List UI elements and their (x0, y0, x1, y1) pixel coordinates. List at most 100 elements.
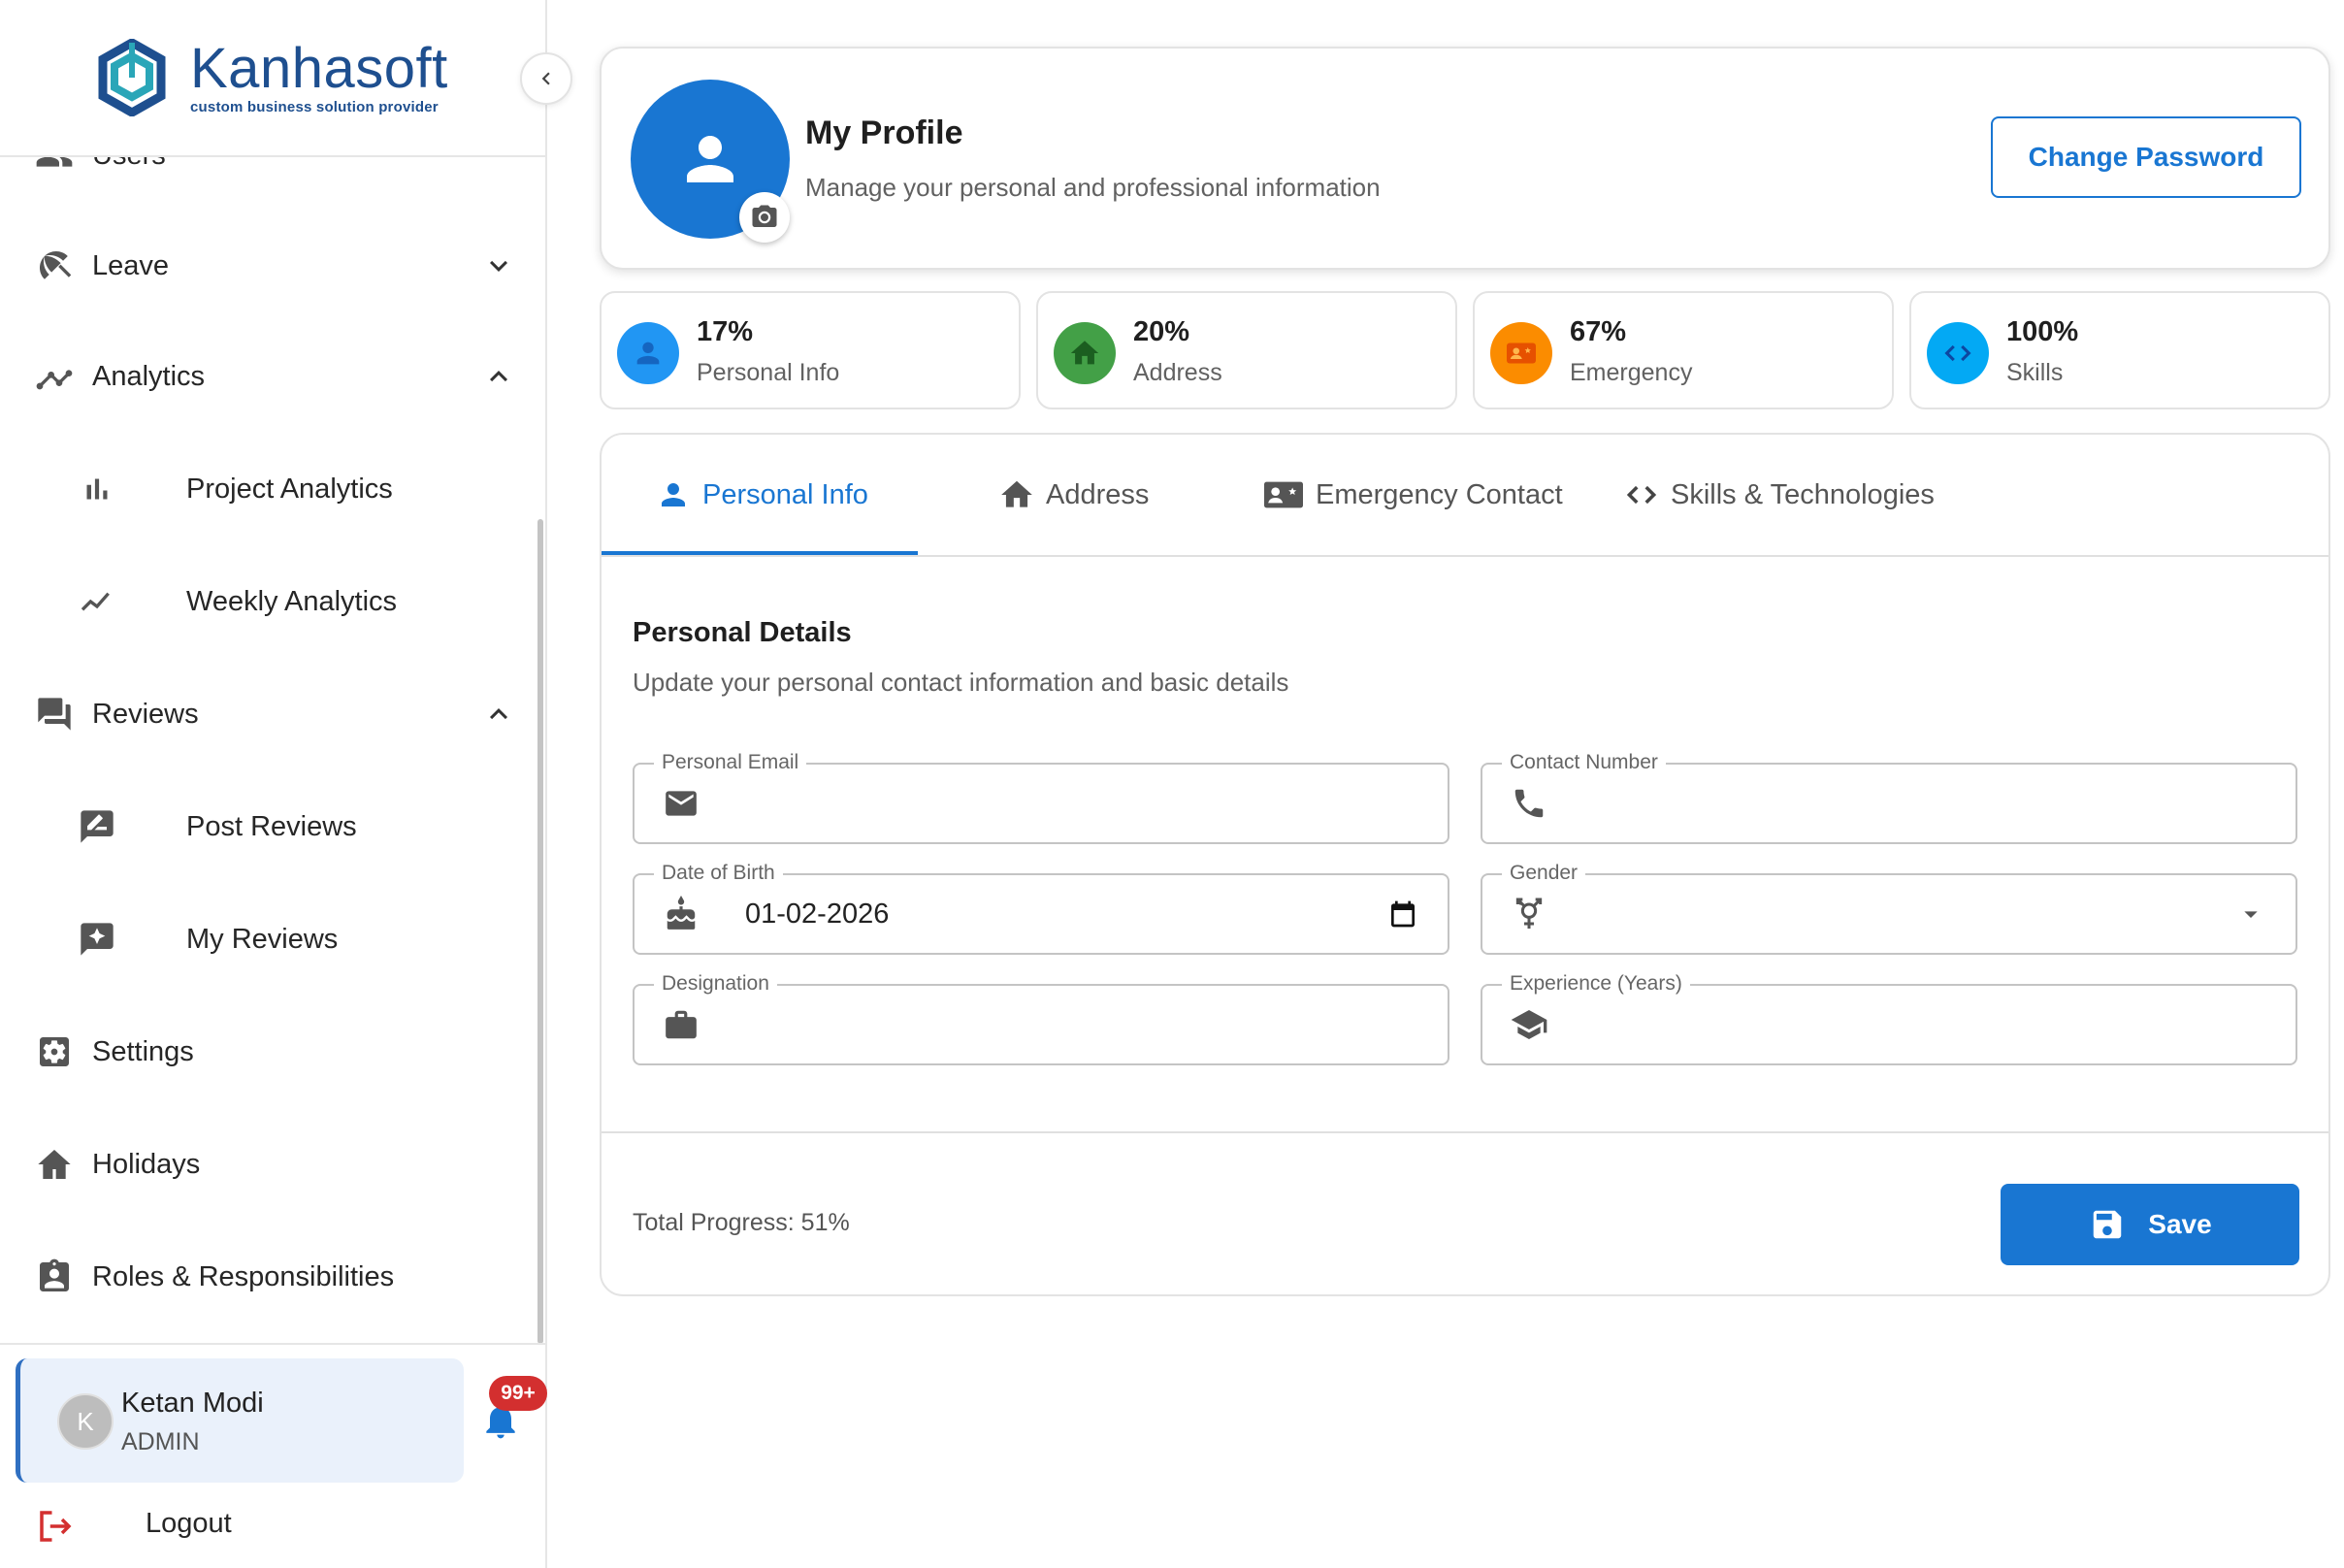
page-title: My Profile (805, 114, 963, 151)
profile-form-card: Personal Info Address Emergency Contact … (600, 433, 2330, 1296)
stat-percent: 67% (1570, 316, 1627, 347)
analytics-icon (33, 355, 76, 398)
sidebar-item-users[interactable]: Users (0, 157, 524, 194)
umbrella-icon (33, 245, 76, 287)
contact-card-icon (1490, 322, 1552, 384)
tab-label: Address (1046, 478, 1150, 510)
kanhasoft-logo-icon (98, 39, 166, 116)
chevron-up-icon[interactable] (479, 357, 518, 396)
brand-tagline: custom business solution provider (190, 98, 439, 115)
dropdown-arrow-icon[interactable] (2233, 897, 2268, 931)
chevron-down-icon[interactable] (479, 246, 518, 285)
field-label: Gender (1502, 860, 1586, 887)
sidebar-item-roles[interactable]: Roles & Responsibilities (0, 1238, 524, 1316)
sidebar: Kanhasoft custom business solution provi… (0, 0, 547, 1568)
brand-logo[interactable]: Kanhasoft custom business solution provi… (97, 35, 448, 120)
personal-email-field[interactable]: Personal Email (633, 749, 1449, 844)
sidebar-item-label: Analytics (92, 360, 206, 392)
sidebar-divider (0, 1343, 545, 1345)
sidebar-item-project-analytics[interactable]: Project Analytics (0, 450, 524, 528)
email-icon (662, 784, 700, 823)
save-button[interactable]: Save (2001, 1184, 2299, 1265)
sidebar-item-leave[interactable]: Leave (0, 227, 524, 305)
notification-badge: 99+ (489, 1376, 547, 1411)
sidebar-item-my-reviews[interactable]: My Reviews (0, 900, 524, 978)
stat-percent: 20% (1133, 316, 1190, 347)
stat-card-skills[interactable]: 100% Skills (1909, 291, 2330, 409)
calendar-icon[interactable] (1385, 897, 1420, 931)
sidebar-nav: Users Leave Analytics Project Anal (0, 157, 543, 1335)
field-label: Designation (654, 970, 777, 997)
sidebar-item-label: Settings (92, 1035, 194, 1067)
reviews-icon (33, 693, 76, 735)
brand-name: Kanhasoft (190, 36, 448, 100)
sidebar-item-analytics[interactable]: Analytics (0, 338, 524, 415)
chevron-left-icon (541, 72, 550, 85)
contact-emergency-icon (1261, 475, 1306, 514)
field-label: Date of Birth (654, 860, 783, 887)
sidebar-item-label: My Reviews (186, 923, 339, 955)
person-icon (617, 322, 679, 384)
tab-personal-info[interactable]: Personal Info (654, 435, 868, 555)
bar-chart-icon (76, 468, 118, 510)
stat-card-personal-info[interactable]: 17% Personal Info (600, 291, 1021, 409)
designation-field[interactable]: Designation (633, 970, 1449, 1065)
section-subtitle: Update your personal contact information… (633, 668, 1289, 697)
contact-number-field[interactable]: Contact Number (1481, 749, 2297, 844)
code-icon (1622, 475, 1661, 514)
field-value: 01-02-2026 (745, 898, 890, 930)
sidebar-item-label: Post Reviews (186, 810, 357, 842)
save-icon (2088, 1205, 2127, 1244)
tab-emergency-contact[interactable]: Emergency Contact (1261, 435, 1563, 555)
tab-address[interactable]: Address (997, 435, 1149, 555)
collapse-sidebar-button[interactable] (520, 52, 572, 105)
stat-label: Address (1133, 359, 1222, 386)
trend-line-icon (76, 580, 118, 623)
stat-label: Skills (2006, 359, 2064, 386)
avatar: K (57, 1393, 114, 1450)
stat-label: Emergency (1570, 359, 1693, 386)
stat-card-emergency[interactable]: 67% Emergency (1473, 291, 1894, 409)
tab-label: Emergency Contact (1316, 478, 1563, 510)
profile-header-card: My Profile Manage your personal and prof… (600, 47, 2330, 270)
sidebar-item-holidays[interactable]: Holidays (0, 1126, 524, 1203)
school-icon (1510, 1005, 1548, 1044)
logout-button[interactable]: Logout (35, 1502, 423, 1551)
save-label: Save (2148, 1209, 2212, 1239)
field-label: Personal Email (654, 749, 807, 776)
stat-card-address[interactable]: 20% Address (1036, 291, 1457, 409)
date-of-birth-field[interactable]: Date of Birth 01-02-2026 (633, 860, 1449, 955)
logout-label: Logout (146, 1508, 232, 1539)
user-name: Ketan Modi (121, 1388, 264, 1419)
rate-review-icon (76, 805, 118, 848)
stat-percent: 17% (697, 316, 754, 347)
sidebar-item-label: Users (92, 157, 166, 172)
gender-select[interactable]: Gender (1481, 860, 2297, 955)
page-subtitle: Manage your personal and professional in… (805, 173, 1381, 202)
camera-icon[interactable] (739, 192, 790, 243)
cake-icon (662, 895, 700, 933)
tab-label: Personal Info (702, 478, 868, 510)
sidebar-item-label: Leave (92, 249, 170, 281)
sidebar-item-reviews[interactable]: Reviews (0, 675, 524, 753)
person-icon (654, 475, 693, 514)
field-label: Experience (Years) (1502, 970, 1690, 997)
sidebar-scrollbar[interactable] (537, 519, 543, 1344)
change-password-button[interactable]: Change Password (1991, 116, 2301, 198)
experience-years-field[interactable]: Experience (Years) (1481, 970, 2297, 1065)
phone-icon (1510, 784, 1548, 823)
home-icon (997, 475, 1036, 514)
stat-percent: 100% (2006, 316, 2079, 347)
stat-label: Personal Info (697, 359, 840, 386)
sidebar-item-settings[interactable]: Settings (0, 1013, 524, 1091)
briefcase-icon (662, 1005, 700, 1044)
sidebar-item-post-reviews[interactable]: Post Reviews (0, 788, 524, 866)
user-card[interactable]: K Ketan Modi ADMIN (16, 1358, 464, 1483)
sidebar-item-weekly-analytics[interactable]: Weekly Analytics (0, 563, 524, 640)
tab-skills-technologies[interactable]: Skills & Technologies (1622, 435, 1935, 555)
code-icon (1927, 322, 1989, 384)
person-icon (687, 136, 733, 182)
users-icon (33, 157, 76, 177)
home-icon (1054, 322, 1116, 384)
chevron-up-icon[interactable] (479, 695, 518, 734)
